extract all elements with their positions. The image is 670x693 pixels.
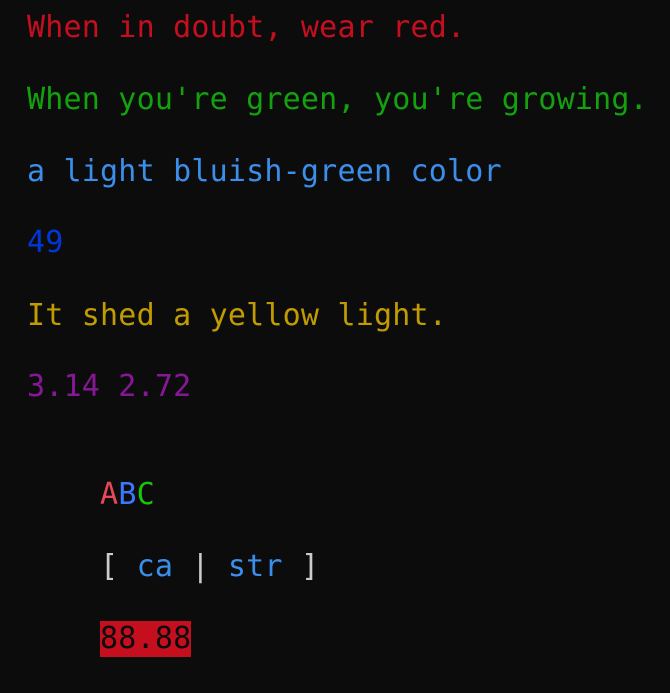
output-line-pi-e: 3.14 2.72 [27, 369, 192, 404]
pipe-separator: | [173, 549, 228, 584]
terminal-output: When in doubt, wear red. When you're gre… [0, 0, 670, 657]
type-ca: ca [136, 549, 174, 584]
output-line-abc: ABC [27, 441, 155, 512]
output-line-highlighted-number: 88.88 [27, 585, 192, 657]
letter-a: A [100, 477, 119, 512]
output-line-bluish-green-phrase: a light bluish-green color [27, 154, 502, 189]
output-line-red-sentence: When in doubt, wear red. [27, 10, 466, 45]
letter-c: C [136, 477, 155, 512]
highlighted-number: 88.88 [100, 621, 192, 657]
output-line-yellow-sentence: It shed a yellow light. [27, 298, 448, 333]
output-line-bracketed-types: [ ca | str ] [27, 513, 319, 584]
close-bracket: ] [282, 549, 320, 584]
open-bracket: [ [100, 549, 137, 584]
output-line-green-sentence: When you're green, you're growing. [27, 82, 648, 117]
output-line-number-49: 49 [27, 225, 64, 260]
letter-b: B [118, 477, 137, 512]
type-str: str [227, 549, 283, 584]
